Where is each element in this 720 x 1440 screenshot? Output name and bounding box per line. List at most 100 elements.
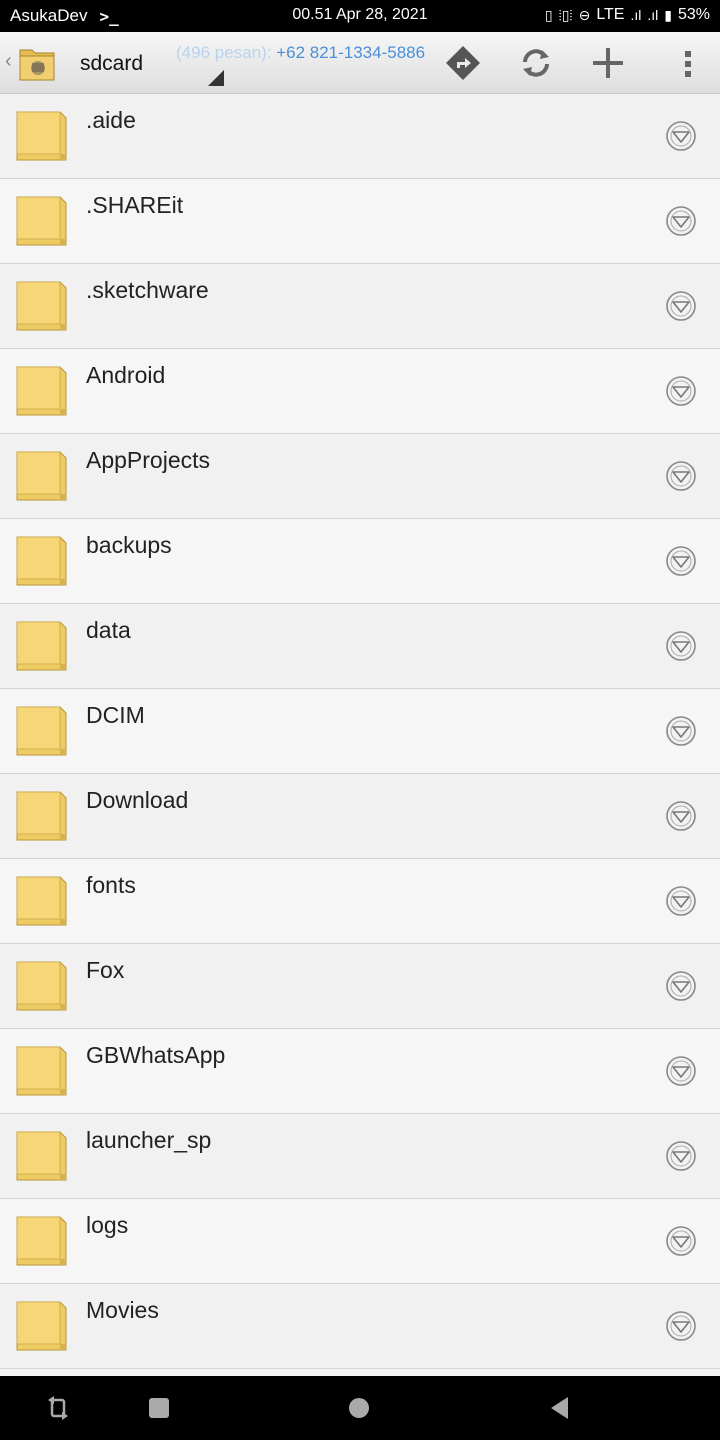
navigate-button[interactable] (438, 40, 488, 86)
file-name: data (86, 617, 131, 643)
file-name: logs (86, 1212, 129, 1238)
signal-icon: .ıl (630, 7, 642, 23)
context-menu-icon (666, 1226, 696, 1256)
navigation-bar (0, 1376, 720, 1440)
folder-icon (16, 110, 68, 167)
file-name: Fox (86, 957, 125, 983)
network-label: LTE (596, 6, 625, 23)
folder-icon (16, 875, 68, 932)
home-button[interactable] (339, 1390, 379, 1426)
list-item[interactable]: DCIM (0, 689, 720, 774)
context-menu-button[interactable] (664, 799, 698, 833)
recents-rotate-button[interactable] (38, 1390, 78, 1426)
context-menu-button[interactable] (664, 1054, 698, 1088)
file-name: AppProjects (86, 447, 211, 473)
context-menu-button[interactable] (664, 714, 698, 748)
refresh-button[interactable] (511, 40, 561, 86)
context-menu-icon (666, 376, 696, 406)
file-list[interactable]: .aide .SHAREit .sketchware Android AppProjec… (0, 94, 720, 1376)
context-menu-button[interactable] (664, 374, 698, 408)
context-menu-button[interactable] (664, 289, 698, 323)
context-menu-icon (666, 971, 696, 1001)
battery-label: 53% (677, 6, 710, 23)
folder-icon (16, 365, 68, 422)
list-item[interactable]: AppProjects (0, 434, 720, 519)
file-name: fonts (86, 872, 136, 898)
folder-icon (16, 1300, 68, 1357)
folder-icon (16, 535, 68, 592)
file-name: backups (86, 532, 172, 558)
add-icon (593, 48, 623, 78)
context-menu-icon (666, 1056, 696, 1086)
list-item[interactable]: Download (0, 774, 720, 859)
battery-icon: ▮ (664, 6, 672, 23)
context-menu-icon (666, 886, 696, 916)
action-bar: ‹ sdcard (496 pesan): +62 821-1334-5886 (0, 32, 720, 94)
folder-icon (16, 1215, 68, 1272)
refresh-icon (523, 49, 549, 77)
ticker-faded-text: (496 pesan): (176, 43, 277, 62)
overflow-menu-button[interactable] (658, 40, 708, 86)
list-item[interactable]: data (0, 604, 720, 689)
context-menu-icon (666, 121, 696, 151)
list-item[interactable]: launcher_sp (0, 1114, 720, 1199)
context-menu-button[interactable] (664, 1139, 698, 1173)
list-item[interactable]: .sketchware (0, 264, 720, 349)
circle-icon (349, 1398, 369, 1418)
back-triangle-icon (551, 1397, 568, 1419)
folder-icon (16, 450, 68, 507)
add-button[interactable] (583, 40, 633, 86)
context-menu-icon (666, 716, 696, 746)
back-chevron-icon[interactable]: ‹ (5, 50, 12, 73)
back-button[interactable] (540, 1390, 580, 1426)
ticker-text: +62 821-1334-5886 (276, 43, 426, 62)
file-name: Movies (86, 1297, 159, 1323)
context-menu-button[interactable] (664, 119, 698, 153)
square-icon (149, 1398, 169, 1418)
file-name: .aide (86, 107, 136, 133)
app-icon[interactable] (16, 42, 58, 84)
location-label[interactable]: sdcard (80, 52, 143, 76)
notification-ticker: (496 pesan): +62 821-1334-5886 (176, 43, 425, 63)
file-name: launcher_sp (86, 1127, 212, 1153)
folder-icon (16, 280, 68, 337)
list-item[interactable]: logs (0, 1199, 720, 1284)
list-item[interactable]: .SHAREit (0, 179, 720, 264)
file-name: DCIM (86, 702, 145, 728)
status-bar: AsukaDev >_ 00.51 Apr 28, 2021 ▯ ⦙▯⦙ ⊖ L… (0, 0, 720, 32)
overflow-menu-icon (685, 51, 691, 77)
list-item[interactable]: .aide (0, 94, 720, 179)
folder-icon (16, 960, 68, 1017)
context-menu-button[interactable] (664, 629, 698, 663)
file-name: Download (86, 787, 189, 813)
navigate-icon (446, 46, 480, 80)
context-menu-icon (666, 206, 696, 236)
list-item[interactable]: Android (0, 349, 720, 434)
context-menu-button[interactable] (664, 1309, 698, 1343)
context-menu-button[interactable] (664, 204, 698, 238)
context-menu-icon (666, 801, 696, 831)
file-name: .SHAREit (86, 192, 184, 218)
folder-icon (16, 620, 68, 677)
context-menu-icon (666, 1311, 696, 1341)
phone-icon: ▯ (544, 6, 553, 23)
context-menu-button[interactable] (664, 459, 698, 493)
list-item[interactable]: GBWhatsApp (0, 1029, 720, 1114)
recents-button[interactable] (139, 1390, 179, 1426)
context-menu-icon (666, 546, 696, 576)
folder-icon (16, 195, 68, 252)
list-item[interactable]: backups (0, 519, 720, 604)
vibrate-icon: ⦙▯⦙ (558, 6, 573, 23)
context-menu-button[interactable] (664, 1224, 698, 1258)
context-menu-button[interactable] (664, 544, 698, 578)
signal-icon-2: .ıl (647, 7, 659, 23)
list-item[interactable]: fonts (0, 859, 720, 944)
list-item[interactable]: Fox (0, 944, 720, 1029)
context-menu-button[interactable] (664, 884, 698, 918)
context-menu-icon (666, 1141, 696, 1171)
list-item[interactable]: Movies (0, 1284, 720, 1369)
context-menu-icon (666, 461, 696, 491)
location-dropdown-icon[interactable] (208, 70, 224, 86)
file-name: .sketchware (86, 277, 209, 303)
context-menu-button[interactable] (664, 969, 698, 1003)
